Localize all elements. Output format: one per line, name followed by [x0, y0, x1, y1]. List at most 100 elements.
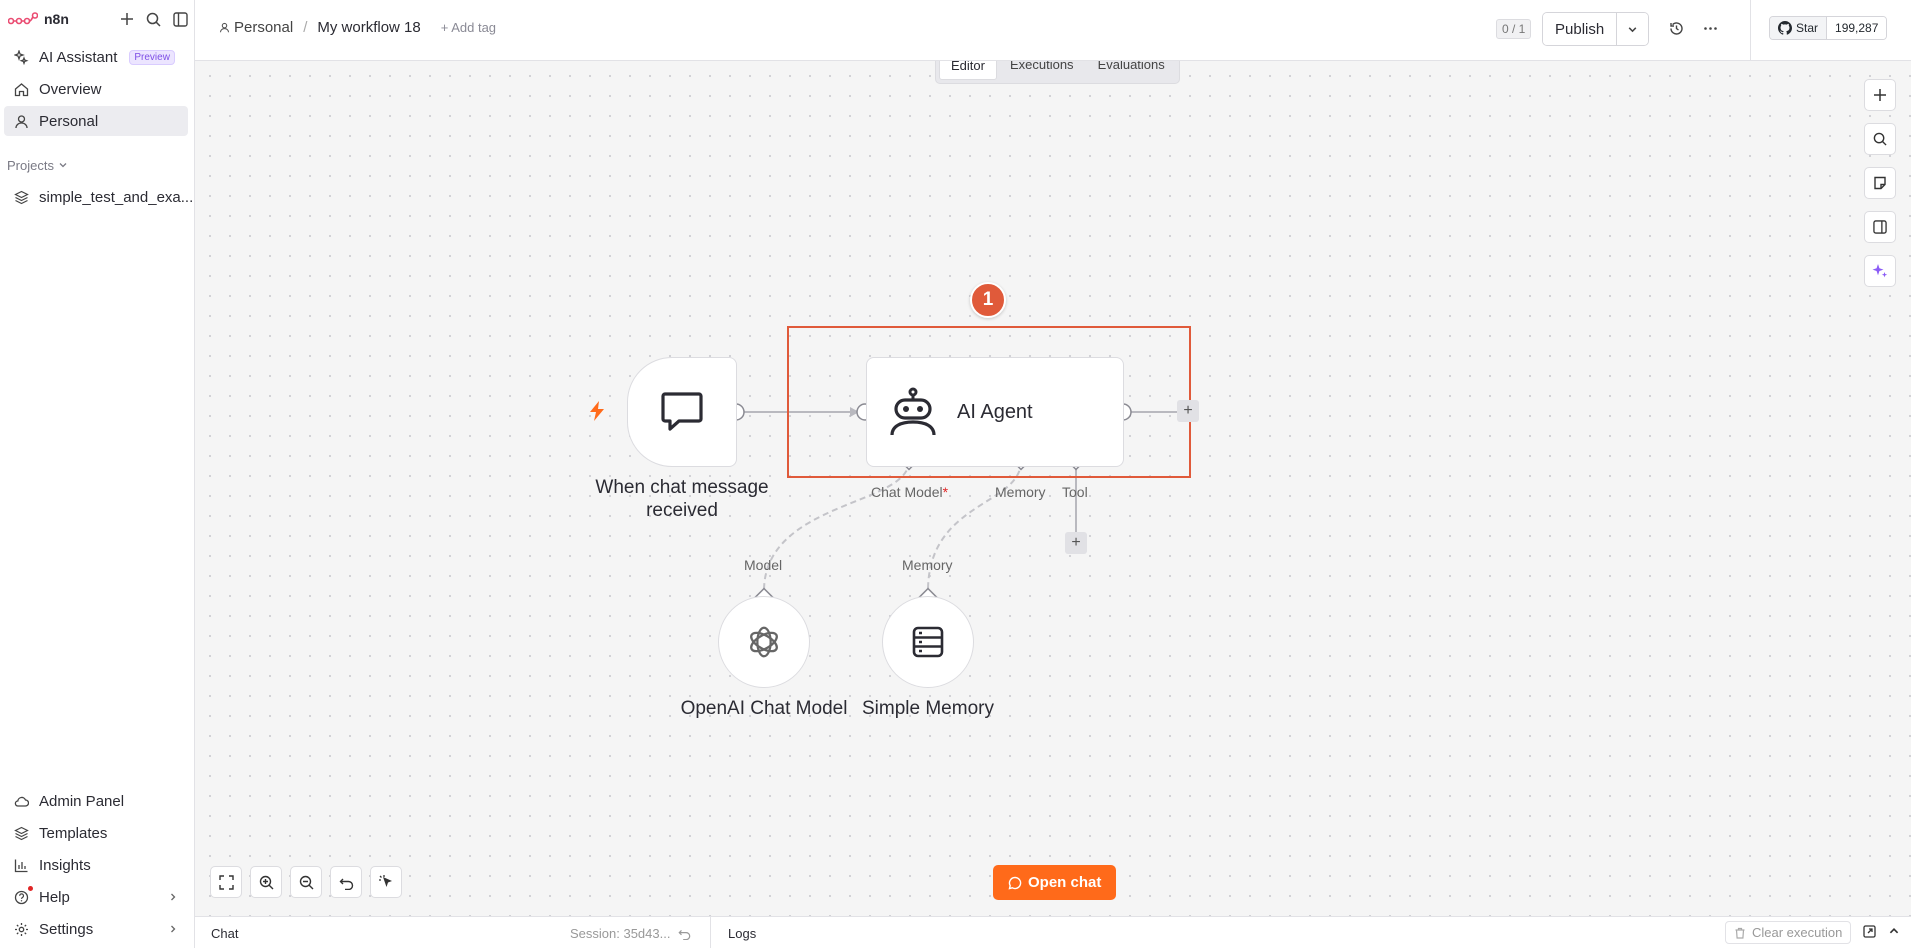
preview-badge: Preview [129, 49, 175, 65]
chevron-down-icon [59, 163, 67, 168]
sidebar-item-settings[interactable]: Settings [4, 914, 188, 944]
openai-icon [750, 626, 778, 658]
add-tag-button[interactable]: + Add tag [441, 20, 496, 35]
breadcrumb-project[interactable]: Personal [219, 19, 293, 36]
add-tool-button[interactable]: + [1065, 532, 1087, 554]
chat-trigger-label-line1: When chat message [595, 477, 769, 498]
github-star-widget[interactable]: Star 199,287 [1769, 16, 1888, 40]
tool-port-label: Tool [1062, 484, 1088, 500]
connections-layer [727, 403, 1185, 607]
n8n-logo-icon [8, 12, 38, 25]
toggle-sidebar-icon[interactable] [173, 11, 188, 27]
sidebar-item-admin-panel[interactable]: Admin Panel [4, 786, 188, 816]
tab-executions[interactable]: Executions [999, 61, 1085, 80]
history-icon[interactable] [1669, 21, 1684, 36]
user-icon [15, 114, 28, 128]
header: Personal / My workflow 18 + Add tag 0 / … [195, 0, 1911, 61]
workflow-canvas[interactable]: Editor Executions Evaluations When chat … [195, 61, 1911, 916]
open-chat-button[interactable]: Open chat [993, 865, 1117, 900]
logs-panel-tab[interactable]: Logs [728, 926, 756, 941]
chat-model-port-label: Chat Model* [871, 484, 948, 500]
chat-trigger-node-label: When chat message received [577, 476, 787, 522]
fit-view-button[interactable] [210, 866, 242, 898]
zoom-out-button[interactable] [290, 866, 322, 898]
memory-port-label: Memory [995, 484, 1046, 500]
clear-execution-button[interactable]: Clear execution [1725, 921, 1852, 944]
panel-right-icon [1873, 220, 1887, 234]
undo-button[interactable] [330, 866, 362, 898]
github-icon [1778, 21, 1792, 35]
canvas-right-toolbar [1864, 79, 1896, 287]
database-icon [912, 626, 944, 658]
sparkle-person-icon [14, 49, 29, 65]
ai-agent-node[interactable]: AI Agent [866, 357, 1124, 467]
pop-out-icon[interactable] [1863, 925, 1876, 938]
publish-dropdown-button[interactable] [1616, 13, 1649, 45]
ai-builder-button[interactable] [1864, 255, 1896, 287]
sidebar-item-label: Personal [39, 112, 99, 130]
more-options-icon[interactable] [1703, 21, 1718, 36]
simple-memory-label: Simple Memory [862, 698, 994, 719]
sticky-note-button[interactable] [1864, 167, 1896, 199]
publish-group: Publish [1542, 12, 1650, 46]
tab-evaluations[interactable]: Evaluations [1087, 61, 1176, 80]
bottom-divider [710, 917, 711, 948]
breadcrumb-project-label: Personal [234, 19, 294, 36]
header-divider [1750, 0, 1751, 61]
search-nodes-button[interactable] [1864, 123, 1896, 155]
sidebar-item-overview[interactable]: Overview [4, 74, 188, 104]
session-info: Session: 35d43... [570, 926, 691, 941]
chat-panel-tab[interactable]: Chat [211, 926, 238, 941]
simple-memory-node[interactable] [882, 596, 974, 688]
logo-text: n8n [44, 11, 69, 27]
chat-model-port-text: Chat Model [871, 484, 943, 500]
tidy-cursor-icon [379, 875, 392, 887]
workflow-title[interactable]: My workflow 18 [317, 19, 420, 36]
sidebar-item-help[interactable]: Help [4, 882, 188, 912]
plus-icon [1874, 89, 1886, 101]
breadcrumb: Personal / My workflow 18 + Add tag [219, 19, 496, 36]
publish-button[interactable]: Publish [1543, 13, 1617, 45]
chat-trigger-label-line2: received [646, 500, 718, 521]
chevron-right-icon [171, 893, 176, 901]
reset-session-icon[interactable] [678, 927, 691, 940]
tidy-up-button[interactable] [370, 866, 402, 898]
sidebar-bottom: Admin Panel Templates Insights Help Sett… [0, 784, 194, 948]
home-icon [14, 82, 29, 96]
templates-icon [14, 826, 29, 840]
github-star-button[interactable]: Star [1770, 17, 1828, 39]
trash-icon [1735, 927, 1745, 939]
add-node-button[interactable] [1864, 79, 1896, 111]
sidebar-item-insights[interactable]: Insights [4, 850, 188, 880]
ai-agent-title: AI Agent [957, 400, 1033, 423]
search-icon [1873, 132, 1887, 146]
view-tabs: Editor Executions Evaluations [935, 61, 1180, 84]
chevron-up-icon[interactable] [1888, 925, 1900, 937]
zoom-in-button[interactable] [250, 866, 282, 898]
search-icon[interactable] [146, 12, 161, 27]
required-mark: * [942, 484, 949, 500]
add-output-node-button[interactable]: + [1177, 400, 1199, 422]
tab-editor[interactable]: Editor [939, 61, 997, 80]
sidebar: n8n AI Assistant Preview Overview Person… [0, 0, 195, 948]
logo[interactable]: n8n [8, 11, 69, 27]
openai-chat-model-node[interactable] [718, 596, 810, 688]
projects-heading[interactable]: Projects [0, 154, 194, 176]
plus-icon[interactable] [120, 12, 134, 26]
cloud-icon [14, 796, 29, 807]
chat-trigger-node[interactable] [627, 357, 737, 467]
bottom-panel-bar: Chat Session: 35d43... Logs Clear execut… [195, 916, 1911, 948]
sidebar-item-project[interactable]: simple_test_and_exa... [4, 182, 193, 212]
model-input-label: Model [744, 557, 783, 573]
github-star-label: Star [1796, 21, 1819, 35]
sidebar-item-templates[interactable]: Templates [4, 818, 188, 848]
sidebar-item-label: Templates [39, 824, 108, 842]
github-star-count[interactable]: 199,287 [1827, 17, 1887, 39]
chat-icon [1008, 876, 1022, 889]
toggle-panel-button[interactable] [1864, 211, 1896, 243]
sidebar-item-label: simple_test_and_exa... [39, 188, 194, 206]
sidebar-item-ai-assistant[interactable]: AI Assistant Preview [4, 42, 188, 72]
sidebar-item-personal[interactable]: Personal [4, 106, 188, 136]
robot-icon [890, 387, 936, 436]
help-icon [14, 890, 29, 904]
